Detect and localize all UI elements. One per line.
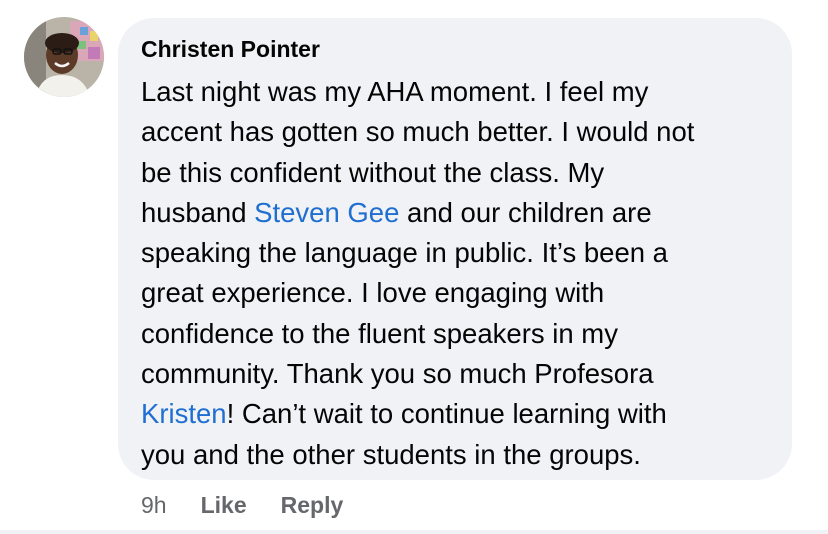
- comment-line: Last night was my AHA moment. I feel my: [141, 72, 770, 112]
- avatar[interactable]: [24, 17, 104, 97]
- like-button[interactable]: Like: [201, 492, 247, 519]
- divider: [0, 530, 828, 534]
- comment-bubble: Christen Pointer Last night was my AHA m…: [118, 18, 792, 480]
- comment-timestamp[interactable]: 9h: [141, 492, 167, 519]
- comment-line: husband Steven Gee and our children are: [141, 193, 770, 233]
- comment-text-segment: Last night was my AHA moment. I feel my: [141, 76, 649, 107]
- comment-line: be this confident without the class. My: [141, 153, 770, 193]
- comment-text-segment: be this confident without the class. My: [141, 156, 605, 188]
- comment-line: community. Thank you so much Profesora: [141, 354, 770, 394]
- comment-author[interactable]: Christen Pointer: [141, 36, 320, 62]
- comment-line: great experience. I love engaging with: [141, 273, 770, 313]
- comment-line: confidence to the fluent speakers in my: [141, 314, 770, 354]
- comment-line: you and the other students in the groups…: [141, 435, 770, 475]
- comment-text-segment: ! Can’t wait to continue learning with: [226, 398, 667, 430]
- comment-text: Last night was my AHA moment. I feel my …: [141, 72, 770, 475]
- mention-kristen[interactable]: Kristen: [141, 398, 227, 429]
- comment-text-segment: husband: [141, 196, 255, 228]
- comment-actions: 9h Like Reply: [141, 490, 377, 520]
- comment: Christen Pointer Last night was my AHA m…: [0, 0, 828, 534]
- comment-text-segment: accent has gotten so much better. I woul…: [141, 116, 695, 148]
- comment-text-segment: confidence to the fluent speakers in my: [141, 317, 618, 349]
- mention-steven-gee[interactable]: Steven Gee: [254, 197, 399, 228]
- comment-text-segment: and our children are: [399, 196, 652, 228]
- comment-line: Kristen! Can’t wait to continue learning…: [141, 394, 770, 434]
- profile-photo-icon: [24, 17, 104, 97]
- comment-text-segment: great experience. I love engaging with: [141, 277, 605, 309]
- comment-text-segment: community. Thank you so much Profesora: [141, 358, 654, 390]
- comment-line: accent has gotten so much better. I woul…: [141, 112, 770, 152]
- comment-text-segment: speaking the language in public. It’s be…: [141, 237, 668, 269]
- comment-text-segment: you and the other students in the groups…: [141, 438, 641, 470]
- comment-line: speaking the language in public. It’s be…: [141, 233, 770, 273]
- reply-button[interactable]: Reply: [281, 492, 344, 519]
